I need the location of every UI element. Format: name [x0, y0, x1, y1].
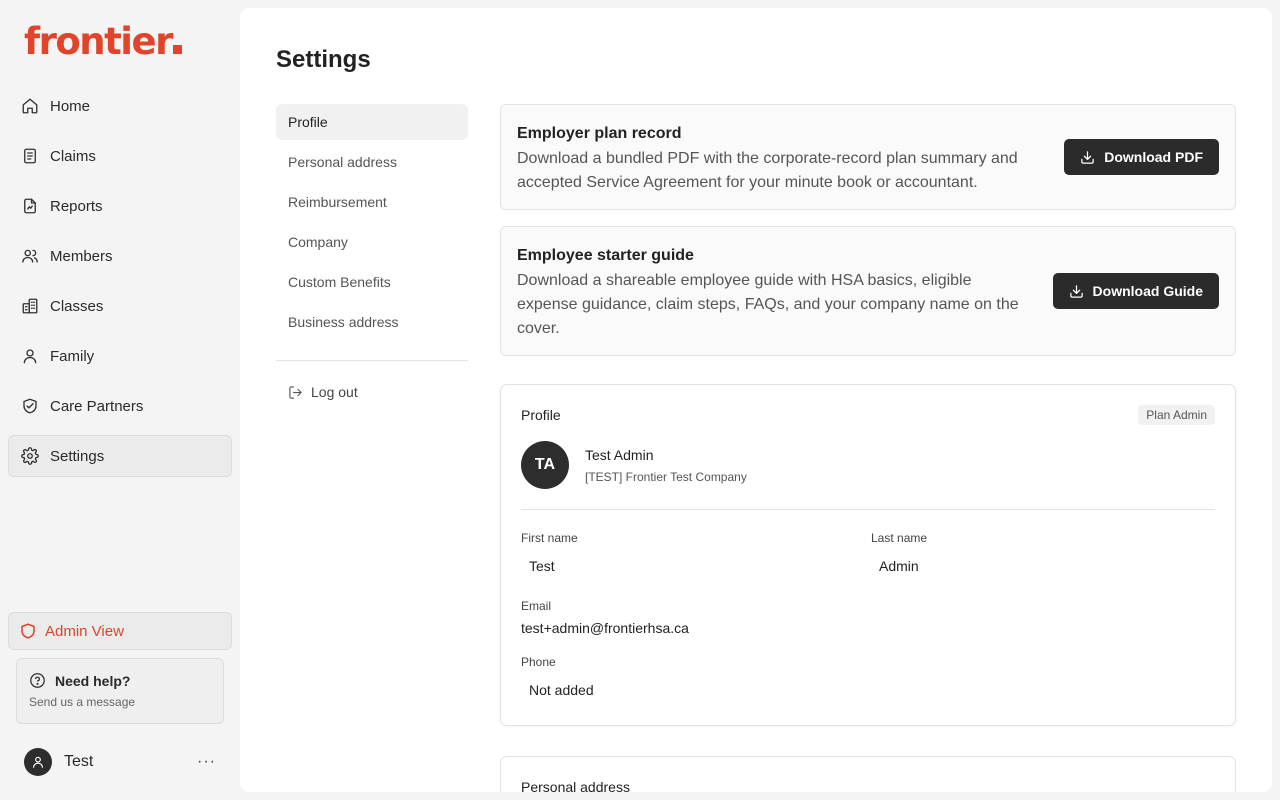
sidebar-item-label: Settings [50, 447, 105, 465]
profile-card: Profile Plan Admin TA Test Admin [TEST] … [500, 384, 1236, 726]
sidebar-item-label: Reports [50, 197, 103, 215]
avatar [24, 748, 52, 776]
shield-icon [21, 623, 35, 639]
report-icon [21, 197, 39, 215]
sidebar-item-label: Home [50, 97, 91, 115]
first-name-label: First name [521, 531, 578, 545]
help-subtitle: Send us a message [29, 695, 136, 709]
sidebar-item-label: Classes [50, 297, 104, 315]
employer-plan-description: Download a bundled PDF with the corporat… [517, 150, 1018, 191]
subnav-item-custom-benefits[interactable]: Custom Benefits [276, 264, 468, 300]
subnav-item-personal-address[interactable]: Personal address [276, 144, 468, 180]
sidebar-item-home[interactable]: Home [8, 85, 232, 127]
download-pdf-button[interactable]: Download PDF [1064, 139, 1219, 175]
first-name-field[interactable]: Test [529, 558, 555, 574]
profile-name: Test Admin [585, 447, 654, 463]
person-icon [33, 756, 43, 768]
subnav-divider [276, 360, 468, 361]
main-nav: Home Claims Reports Members Classes Fami… [8, 85, 232, 485]
email-label: Email [521, 599, 552, 613]
sidebar-item-reports[interactable]: Reports [8, 185, 232, 227]
brand-logo[interactable]: frontier [24, 22, 182, 62]
download-guide-button[interactable]: Download Guide [1052, 273, 1219, 309]
home-icon [21, 97, 39, 115]
help-title: Need help? [55, 672, 131, 689]
person-icon [21, 347, 39, 365]
document-icon [21, 147, 39, 165]
logout-icon [289, 385, 302, 399]
settings-subnav: Profile Personal address Reimbursement C… [276, 104, 468, 344]
page-title: Settings [276, 46, 371, 73]
sidebar-item-members[interactable]: Members [8, 235, 232, 277]
employer-plan-card: Employer plan record Download a bundled … [500, 104, 1236, 210]
download-icon [1069, 284, 1083, 298]
help-box[interactable]: Need help? Send us a message [16, 658, 224, 724]
handshake-shield-icon [21, 397, 39, 415]
starter-guide-card: Employee starter guide Download a sharea… [500, 226, 1236, 356]
building-icon [21, 297, 39, 315]
subnav-item-company[interactable]: Company [276, 224, 468, 260]
download-icon [1081, 150, 1094, 164]
more-options-icon[interactable]: ··· [197, 753, 216, 771]
logout-label: Log out [311, 384, 358, 400]
subnav-item-profile[interactable]: Profile [276, 104, 468, 140]
personal-address-title: Personal address [521, 779, 630, 792]
admin-view-button[interactable]: Admin View [8, 612, 232, 650]
download-guide-label: Download Guide [1092, 283, 1203, 299]
logout-button[interactable]: Log out [288, 384, 358, 400]
role-badge: Plan Admin [1138, 405, 1215, 425]
gear-icon [21, 447, 39, 465]
sidebar-item-classes[interactable]: Classes [8, 285, 232, 327]
subnav-item-business-address[interactable]: Business address [276, 304, 468, 340]
personal-address-card: Personal address [500, 756, 1236, 792]
email-value: test+admin@frontierhsa.ca [521, 620, 689, 636]
admin-view-label: Admin View [45, 622, 124, 640]
profile-section-title: Profile [521, 407, 561, 423]
phone-field[interactable]: Not added [529, 682, 594, 698]
sidebar-item-label: Family [50, 347, 95, 365]
sidebar: frontier Home Claims Reports Members Cla… [0, 0, 240, 800]
sidebar-item-settings[interactable]: Settings [8, 435, 232, 477]
sidebar-item-claims[interactable]: Claims [8, 135, 232, 177]
sidebar-item-label: Care Partners [50, 397, 144, 415]
last-name-label: Last name [871, 531, 928, 545]
starter-guide-title: Employee starter guide [517, 247, 694, 264]
main-panel: Settings Profile Personal address Reimbu… [240, 8, 1272, 792]
sidebar-item-family[interactable]: Family [8, 335, 232, 377]
user-menu[interactable]: Test ··· [24, 748, 216, 776]
starter-guide-description: Download a shareable employee guide with… [517, 272, 1019, 337]
users-icon [21, 247, 39, 265]
last-name-field[interactable]: Admin [879, 558, 919, 574]
profile-divider [521, 509, 1215, 510]
logo-mark [172, 45, 182, 54]
profile-company: [TEST] Frontier Test Company [585, 470, 747, 484]
sidebar-item-label: Claims [50, 147, 96, 165]
download-pdf-label: Download PDF [1104, 149, 1203, 165]
sidebar-item-label: Members [50, 247, 113, 265]
user-name: Test [64, 753, 94, 770]
avatar: TA [521, 441, 569, 489]
question-circle-icon [30, 673, 45, 688]
subnav-item-reimbursement[interactable]: Reimbursement [276, 184, 468, 220]
sidebar-item-care-partners[interactable]: Care Partners [8, 385, 232, 427]
phone-label: Phone [521, 655, 556, 669]
